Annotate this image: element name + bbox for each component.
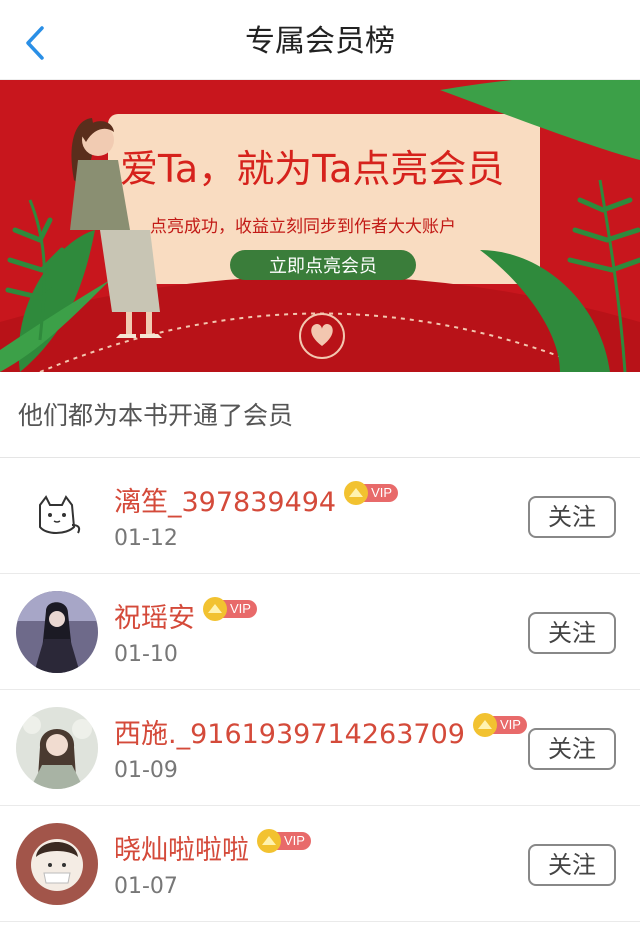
member-date: 01-09 [114, 758, 178, 783]
avatar[interactable] [16, 823, 98, 905]
vip-promo-banner[interactable]: 爱Ta，就为Ta点亮会员 点亮成功，收益立刻同步到作者大大账户 立即点亮会员 [0, 80, 640, 372]
banner-cta-button[interactable]: 立即点亮会员 [230, 250, 416, 280]
user-avatar-image [16, 591, 98, 673]
list-item[interactable]: 晓灿啦啦啦 VIP 01-07 关注 [0, 806, 640, 922]
vip-badge: VIP [344, 481, 399, 505]
member-list: 漓笙_397839494 VIP 01-12 关注 祝瑶安 VIP 01-10 关注 [0, 458, 640, 922]
crown-icon [344, 481, 369, 505]
follow-button[interactable]: 关注 [528, 612, 616, 654]
vip-badge: VIP [472, 713, 527, 737]
member-date: 01-12 [114, 526, 178, 551]
crown-icon [203, 597, 227, 621]
avatar[interactable] [16, 707, 98, 789]
section-title: 他们都为本书开通了会员 [18, 401, 294, 430]
user-avatar-image [16, 823, 98, 905]
member-name[interactable]: 漓笙_397839494 VIP [114, 480, 399, 519]
list-item[interactable]: 漓笙_397839494 VIP 01-12 关注 [0, 458, 640, 574]
banner-subtitle: 点亮成功，收益立刻同步到作者大大账户 [150, 217, 456, 237]
member-name[interactable]: 晓灿啦啦啦 VIP [114, 828, 311, 867]
crown-icon [472, 713, 497, 737]
follow-button[interactable]: 关注 [528, 496, 616, 538]
follow-button[interactable]: 关注 [528, 728, 616, 770]
member-name[interactable]: 西施._9161939714263709 VIP [114, 712, 527, 751]
cat-avatar-icon [39, 495, 81, 534]
follow-button[interactable]: 关注 [528, 844, 616, 886]
member-name[interactable]: 祝瑶安 VIP [114, 596, 257, 635]
list-item[interactable]: 西施._9161939714263709 VIP 01-09 关注 [0, 690, 640, 806]
vip-badge: VIP [257, 829, 311, 853]
avatar[interactable] [16, 591, 98, 673]
page-title: 专属会员榜 [245, 24, 395, 59]
avatar[interactable] [16, 475, 98, 557]
banner-headline: 爱Ta，就为Ta点亮会员 [120, 147, 504, 191]
vip-badge: VIP [203, 597, 257, 621]
svg-text:立即点亮会员: 立即点亮会员 [269, 256, 377, 277]
list-item[interactable]: 祝瑶安 VIP 01-10 关注 [0, 574, 640, 690]
top-bar: 专属会员榜 [0, 0, 640, 80]
crown-icon [257, 829, 281, 853]
user-avatar-image [16, 707, 98, 789]
member-date: 01-07 [114, 874, 178, 899]
member-date: 01-10 [114, 642, 178, 667]
